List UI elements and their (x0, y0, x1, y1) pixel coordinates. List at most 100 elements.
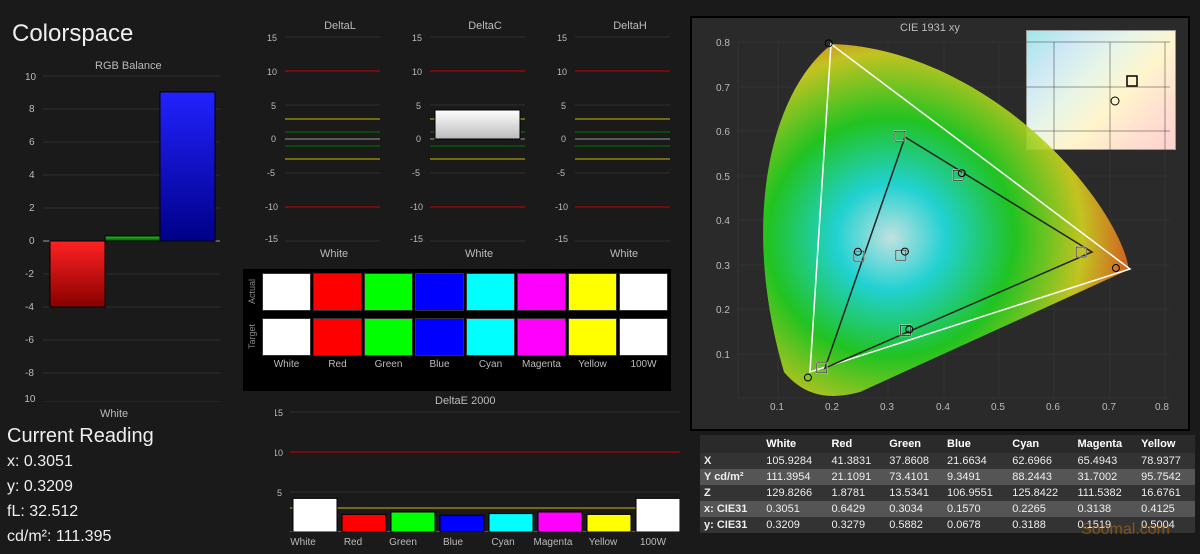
swatch-cell (517, 318, 566, 356)
reading-x: x: 0.3051 (7, 453, 73, 471)
color-swatch-table: Actual Target WhiteRedGreenBlueCyanMagen… (243, 269, 671, 391)
svg-text:0: 0 (416, 134, 421, 144)
rgb-balance-chart: 1086420-2-4-6-8-10 (25, 72, 220, 402)
swatch-col-label: Magenta (516, 359, 567, 370)
swatch-cell (415, 273, 464, 311)
table-header: Cyan (1008, 435, 1073, 453)
deltae-cat-label: White (278, 537, 328, 548)
svg-text:4: 4 (29, 170, 35, 181)
svg-text:-10: -10 (265, 202, 278, 212)
swatch-col-label: Yellow (567, 359, 618, 370)
deltae-cat-label: 100W (628, 537, 678, 548)
svg-text:15: 15 (557, 33, 567, 43)
table-header: Yellow (1137, 435, 1195, 453)
svg-text:15: 15 (267, 33, 277, 43)
svg-text:15: 15 (275, 408, 283, 418)
table-row: X105.928441.383137.860821.663462.696665.… (700, 453, 1195, 469)
svg-text:-15: -15 (265, 234, 278, 242)
deltae-cat-label: Green (378, 537, 428, 548)
svg-text:5: 5 (416, 101, 421, 111)
swatch-cell (415, 318, 464, 356)
svg-text:10: 10 (25, 72, 37, 83)
deltah-chart: 151050-5-10-15 (555, 32, 670, 242)
svg-text:5: 5 (277, 488, 282, 498)
svg-text:0: 0 (29, 236, 35, 247)
swatch-target-label: Target (243, 314, 261, 359)
svg-text:5: 5 (561, 101, 566, 111)
svg-text:0.6: 0.6 (716, 127, 730, 138)
swatch-cell (517, 273, 566, 311)
page-title: Colorspace (12, 20, 133, 48)
svg-text:0.3: 0.3 (716, 261, 730, 272)
cie-chart: 0.80.70.60.50.40.30.20.1 0.10.20.30.40.5… (710, 32, 1170, 412)
swatch-cell (313, 318, 362, 356)
deltal-xlabel: White (320, 248, 348, 260)
svg-text:-5: -5 (557, 168, 565, 178)
rgb-balance-xlabel: White (100, 408, 128, 420)
svg-text:10: 10 (275, 448, 283, 458)
swatch-cell (568, 273, 617, 311)
table-header: Red (827, 435, 885, 453)
swatch-col-label: Blue (414, 359, 465, 370)
swatch-cell (568, 318, 617, 356)
svg-text:15: 15 (412, 33, 422, 43)
svg-text:0.2: 0.2 (716, 305, 730, 316)
svg-text:2: 2 (29, 203, 35, 214)
svg-text:0.1: 0.1 (716, 350, 730, 361)
swatch-cell (619, 273, 668, 311)
svg-text:10: 10 (267, 67, 277, 77)
svg-text:0: 0 (561, 134, 566, 144)
deltae-title: DeltaE 2000 (435, 395, 496, 407)
table-row: Z129.82661.878113.5341106.9551125.842211… (700, 485, 1195, 501)
svg-text:-15: -15 (555, 234, 568, 242)
svg-text:-2: -2 (25, 269, 34, 280)
svg-text:10: 10 (557, 67, 567, 77)
cie-data-table: WhiteRedGreenBlueCyanMagentaYellow X105.… (700, 435, 1195, 533)
swatch-cell (364, 273, 413, 311)
svg-text:5: 5 (271, 101, 276, 111)
reading-cdm2: cd/m²: 111.395 (7, 528, 111, 546)
svg-text:0.8: 0.8 (716, 38, 730, 49)
table-header: Green (885, 435, 943, 453)
swatch-cell (619, 318, 668, 356)
deltae-cat-label: Blue (428, 537, 478, 548)
svg-text:-5: -5 (267, 168, 275, 178)
svg-text:-8: -8 (25, 368, 34, 379)
swatch-cell (364, 318, 413, 356)
deltae-cat-label: Yellow (578, 537, 628, 548)
table-row: x: CIE310.30510.64290.30340.15700.22650.… (700, 501, 1195, 517)
swatch-col-label: Cyan (465, 359, 516, 370)
svg-text:-10: -10 (25, 394, 36, 402)
rgb-balance-title: RGB Balance (95, 60, 162, 72)
swatch-col-label: White (261, 359, 312, 370)
svg-text:0.5: 0.5 (716, 172, 730, 183)
table-header: White (762, 435, 827, 453)
svg-text:0.4: 0.4 (936, 402, 950, 412)
deltae-cat-label: Cyan (478, 537, 528, 548)
svg-text:8: 8 (29, 104, 35, 115)
swatch-col-label: Red (312, 359, 363, 370)
svg-text:10: 10 (412, 67, 422, 77)
svg-text:0.1: 0.1 (770, 402, 784, 412)
table-row: Y cd/m²111.395421.109173.41019.349188.24… (700, 469, 1195, 485)
swatch-cell (313, 273, 362, 311)
deltac-chart: 151050-5-10-15 (410, 32, 525, 242)
deltah-title: DeltaH (600, 20, 660, 32)
swatch-cell (466, 318, 515, 356)
svg-text:0.2: 0.2 (825, 402, 839, 412)
svg-text:0.5: 0.5 (991, 402, 1005, 412)
svg-text:0.7: 0.7 (1102, 402, 1116, 412)
reading-fl: fL: 32.512 (7, 503, 78, 521)
deltal-title: DeltaL (310, 20, 370, 32)
swatch-col-label: Green (363, 359, 414, 370)
swatch-cell (262, 318, 311, 356)
svg-text:-10: -10 (410, 202, 423, 212)
svg-text:-5: -5 (412, 168, 420, 178)
swatch-cell (466, 273, 515, 311)
current-reading-label: Current Reading (7, 425, 154, 448)
table-header: Blue (943, 435, 1008, 453)
table-row: y: CIE310.32090.32790.58820.06780.31880.… (700, 517, 1195, 533)
swatch-actual-label: Actual (243, 269, 261, 314)
deltac-xlabel: White (465, 248, 493, 260)
svg-text:0.8: 0.8 (1155, 402, 1169, 412)
